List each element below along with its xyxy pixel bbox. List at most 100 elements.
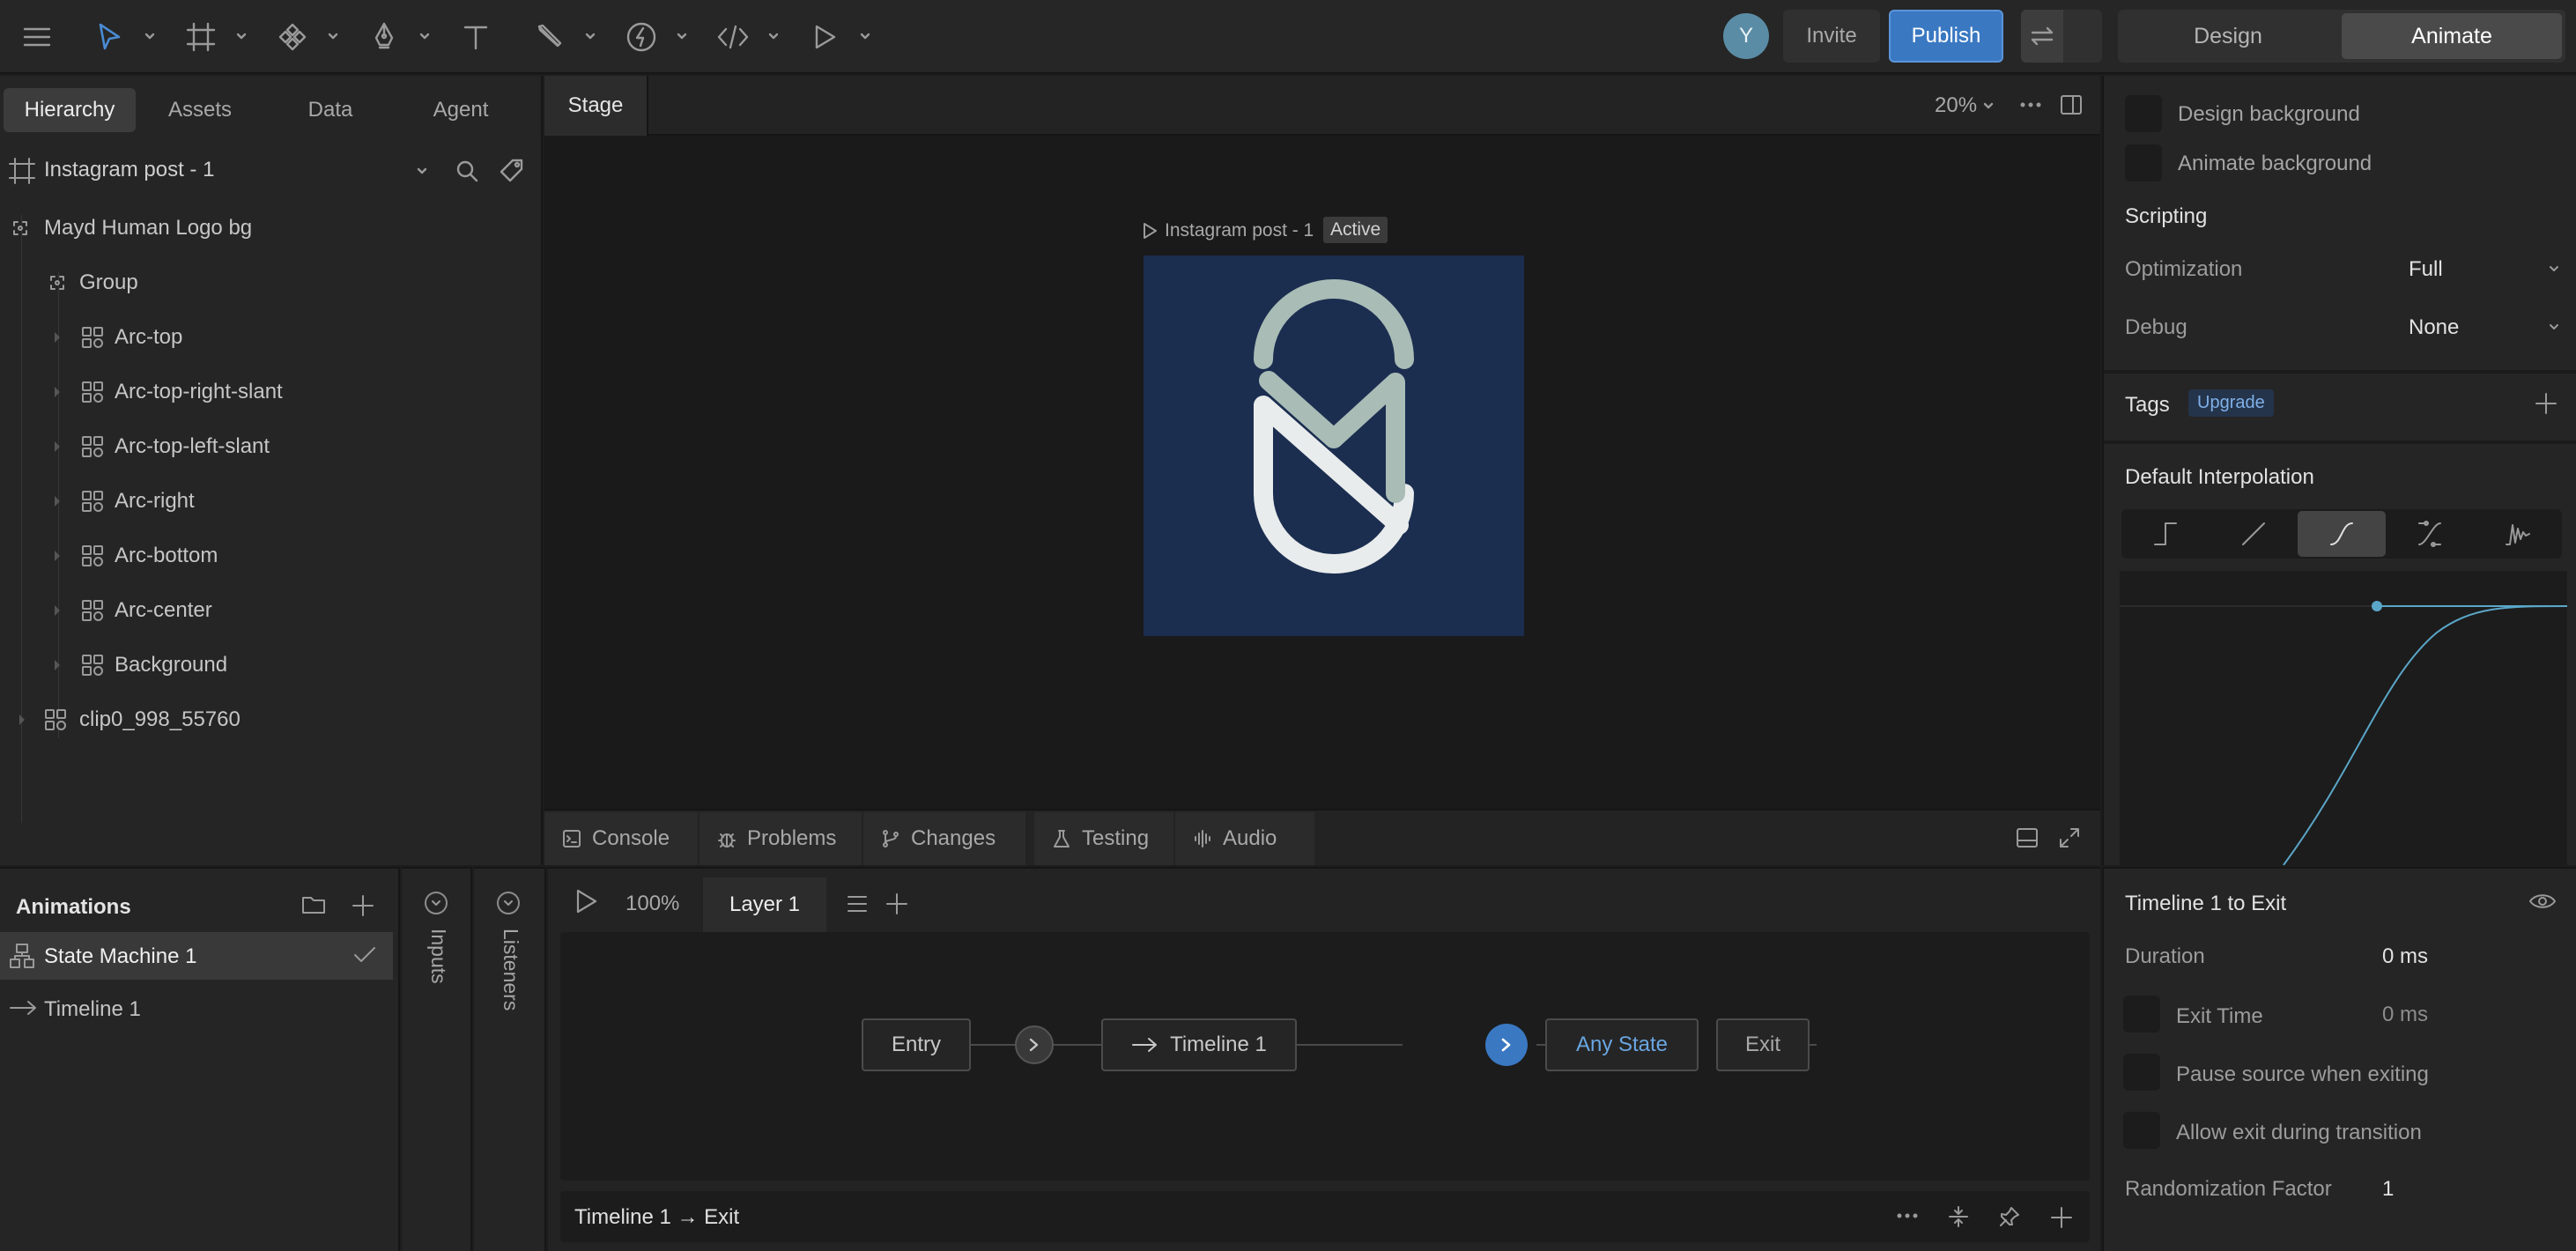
chevron-right-icon[interactable] [53,659,62,671]
mode-animate-tab[interactable]: Animate [2342,13,2562,59]
optimization-select[interactable]: Full [2407,248,2571,287]
pause-source-checkbox[interactable] [2123,1054,2160,1091]
menu-icon[interactable] [18,18,56,56]
add-layer-icon[interactable] [885,892,909,916]
transition-arrow-icon[interactable] [1485,1024,1528,1066]
timeline-node[interactable]: Timeline 1 [1101,1018,1297,1071]
entry-node[interactable]: Entry [862,1018,971,1071]
chevron-right-icon[interactable] [53,604,62,617]
chevron-right-icon[interactable] [53,440,62,453]
artboard-tool-icon[interactable] [183,18,218,56]
more-icon[interactable] [2019,99,2042,111]
panel-toggle-icon[interactable] [2016,826,2039,849]
add-icon[interactable] [2049,1205,2074,1230]
tree-row[interactable]: Arc-center [0,585,543,636]
linear-interpolation-icon[interactable] [2210,511,2298,557]
tab-data[interactable]: Data [264,88,396,132]
check-icon[interactable] [352,944,377,966]
tree-row[interactable]: Mayd Human Logo bg [0,203,543,254]
code-tool-icon[interactable] [715,18,751,56]
bone-tool-icon[interactable] [532,18,567,56]
artboard-selector[interactable]: Instagram post - 1 [0,146,543,194]
add-tag-icon[interactable] [2534,391,2558,416]
chevron-down-icon[interactable] [425,892,448,914]
pen-tool-icon[interactable] [366,18,402,56]
exit-time-checkbox[interactable] [2123,996,2160,1033]
tab-testing[interactable]: Testing [1034,812,1173,865]
bezier-interpolation-icon[interactable] [2386,511,2474,557]
zoom-selector[interactable]: 20% [1935,92,1995,120]
elastic-interpolation-icon[interactable] [2474,511,2562,557]
exit-time-value[interactable]: 0 ms [2382,1003,2428,1027]
inputs-strip[interactable]: Inputs [402,867,472,1251]
swap-button[interactable] [2021,10,2102,63]
chevron-down-icon[interactable] [235,30,248,42]
chevron-right-icon[interactable] [53,495,62,507]
tree-row[interactable]: clip0_998_55760 [0,694,543,745]
upgrade-badge[interactable]: Upgrade [2188,389,2274,417]
hold-interpolation-icon[interactable] [2121,511,2210,557]
transition-arrow-icon[interactable] [1015,1025,1054,1064]
split-view-icon[interactable] [2060,93,2083,116]
randomization-value[interactable]: 1 [2382,1177,2394,1202]
duration-value[interactable]: 0 ms [2382,944,2428,969]
cubic-interpolation-icon[interactable] [2298,511,2386,557]
tag-icon[interactable] [499,158,525,184]
artboard-play-icon[interactable] [1142,222,1158,240]
chevron-right-icon[interactable] [18,714,26,726]
chevron-down-icon[interactable] [584,30,596,42]
tree-row[interactable]: Arc-top-right-slant [0,366,543,418]
tree-row[interactable]: Arc-top [0,312,543,363]
event-tool-icon[interactable] [624,18,659,56]
play-tool-icon[interactable] [807,18,842,56]
tree-row[interactable]: Arc-top-left-slant [0,421,543,472]
play-icon[interactable] [574,888,599,914]
collapse-icon[interactable] [1947,1205,1970,1228]
chevron-down-icon[interactable] [418,30,431,42]
chevron-down-icon[interactable] [416,165,428,177]
tab-changes[interactable]: Changes [863,812,1025,865]
exit-node[interactable]: Exit [1716,1018,1810,1071]
tab-audio[interactable]: Audio [1175,812,1314,865]
chevron-down-icon[interactable] [497,892,520,914]
invite-button[interactable]: Invite [1783,10,1880,63]
search-icon[interactable] [455,159,479,183]
curve-graph[interactable] [2120,571,2567,865]
curve-handle[interactable] [2372,601,2382,611]
pin-icon[interactable] [1998,1205,2021,1228]
tree-row[interactable]: Arc-bottom [0,530,543,581]
graph-canvas[interactable] [560,932,2090,1181]
tab-console[interactable]: Console [544,812,698,865]
list-item[interactable]: State Machine 1 [0,932,393,980]
folder-icon[interactable] [301,893,326,916]
chevron-right-icon[interactable] [53,386,62,398]
any-state-node[interactable]: Any State [1545,1018,1699,1071]
list-icon[interactable] [846,893,869,914]
more-icon[interactable] [1896,1210,1919,1221]
chevron-right-icon[interactable] [53,550,62,562]
speed-value[interactable]: 100% [625,892,679,916]
listeners-strip[interactable]: Listeners [474,867,546,1251]
design-background-checkbox[interactable] [2125,95,2162,132]
publish-button[interactable]: Publish [1889,10,2003,63]
select-tool-icon[interactable] [92,18,127,56]
tab-layer-1[interactable]: Layer 1 [703,877,826,932]
tree-row[interactable]: Group [0,257,543,308]
mode-design-tab[interactable]: Design [2118,10,2338,63]
list-item[interactable]: Timeline 1 [0,985,393,1033]
allow-exit-checkbox[interactable] [2123,1112,2160,1149]
tab-stage[interactable]: Stage [544,76,648,136]
chevron-down-icon[interactable] [676,30,688,42]
tab-agent[interactable]: Agent [396,88,525,132]
chevron-down-icon[interactable] [859,30,871,42]
text-tool-icon[interactable] [458,18,493,56]
expand-icon[interactable] [2058,826,2081,849]
chevron-down-icon[interactable] [327,30,339,42]
chevron-right-icon[interactable] [53,331,62,344]
avatar[interactable]: Y [1723,13,1769,59]
tab-assets[interactable]: Assets [136,88,264,132]
tab-problems[interactable]: Problems [700,812,862,865]
tree-row[interactable]: Arc-right [0,476,543,527]
add-icon[interactable] [351,893,375,918]
chevron-down-icon[interactable] [767,30,780,42]
